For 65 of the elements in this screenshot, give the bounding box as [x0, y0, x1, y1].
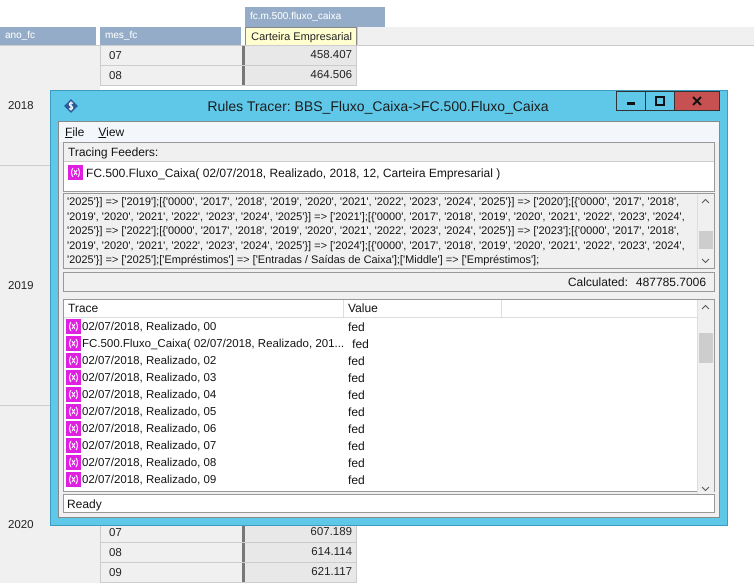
feeder-entry[interactable]: FC.500.Fluxo_Caixa( 02/07/2018, Realizado, 2018, 12, Carteira Empresarial ) — [86, 166, 500, 180]
function-icon — [68, 165, 83, 180]
value-cell-text: fed — [347, 422, 365, 436]
trace-item[interactable]: 02/07/2018, Realizado, 05 — [82, 406, 216, 418]
function-icon — [66, 336, 81, 351]
value-cell: 464.506 — [245, 66, 357, 85]
month-cell: 09 — [100, 563, 245, 582]
trace-item[interactable]: 02/07/2018, Realizado, 07 — [82, 440, 216, 452]
trace-item[interactable]: 02/07/2018, Realizado, 08 — [82, 456, 216, 468]
year-cell: 2019 — [8, 280, 34, 292]
calculated-label: Calculated: — [568, 275, 628, 289]
status-bar: Ready — [63, 494, 715, 513]
value-cell-text: fed — [347, 456, 365, 470]
value-cell-text: fed — [347, 404, 365, 418]
dimension-header: fc.m.500.fluxo_caixa — [245, 7, 385, 27]
value-cell-text: fed — [347, 354, 365, 368]
menu-item[interactable]: View — [98, 125, 124, 139]
trace-item[interactable]: 02/07/2018, Realizado, 03 — [82, 372, 216, 384]
function-icon — [66, 438, 81, 453]
app-icon — [63, 98, 79, 114]
trace-item[interactable]: FC.500.Fluxo_Caixa( 02/07/2018, Realizado, 201... — [82, 338, 344, 350]
maximize-icon — [655, 96, 665, 106]
scroll-thumb[interactable] — [699, 231, 713, 249]
month-cell: 07 — [100, 46, 245, 65]
close-icon — [692, 96, 702, 106]
value-cell-text: fed — [347, 438, 365, 452]
column-header[interactable]: Carteira Empresarial — [245, 27, 357, 45]
close-button[interactable] — [674, 91, 720, 111]
rule-text: '2025'}] => ['2019'];[{'0000', '2017', '2018', '2019', '2020', '2021', '2022', '2023', '2024', '2025'}] => ['2020'];[{'0000', '2017', '2018', '2019', '2020', '2021', '2022', '2023', '2024', '2025'}] => ['2021'];[{'0000', '2017', '2018', '2019', '2020', '2021', '2022', '2023', '2024', '2025'}] => ['2022'];[{'0000', '2017', '2018', '2019', '2020', '2021', '2022', '2023', '2024', '2025'}] => ['2023'];[{'0000', '2017', '2018', '2019', '2020', '2021', '2022', '2023', '2024', '2025'}] => ['2024'];[{'0000', '2017', '2018', '2019', '2020', '2021', '2022', '2023', '2024', '2025'}] => ['2025'];['Empréstimos'] => ['Entradas / Saídas de Caixa'];['Middle'] => ['Empréstimos']; — [66, 195, 686, 268]
minimize-button[interactable] — [616, 91, 646, 111]
function-icon — [66, 421, 81, 436]
value-cell-text: fed — [347, 388, 365, 402]
year-cell: 2018 — [8, 100, 34, 112]
function-icon — [66, 387, 81, 402]
scroll-thumb[interactable] — [699, 333, 713, 363]
year-cell: 2020 — [8, 519, 34, 531]
column-header[interactable]: Value — [344, 300, 502, 317]
scrollbar[interactable] — [697, 194, 714, 268]
calculated-value: 487785.7006 — [636, 275, 706, 289]
value-cell: 621.117 — [245, 563, 357, 582]
trace-item[interactable]: 02/07/2018, Realizado, 09 — [82, 474, 216, 486]
value-cell-text: fed — [351, 336, 369, 350]
value-cell-text: fed — [347, 472, 365, 486]
menu-item[interactable]: File — [65, 125, 84, 139]
value-cell: 614.114 — [245, 543, 357, 562]
function-icon — [66, 319, 81, 334]
month-cell: 08 — [100, 543, 245, 562]
value-cell-text: fed — [347, 320, 365, 334]
value-cell-text: fed — [347, 370, 365, 384]
month-cell: 08 — [100, 66, 245, 85]
function-icon — [66, 353, 81, 368]
feeders-label: Tracing Feeders: — [64, 143, 714, 162]
window-title: Rules Tracer: BBS_Fluxo_Caixa->FC.500.Fluxo_Caixa — [206, 98, 550, 114]
trace-item[interactable]: 02/07/2018, Realizado, 04 — [82, 388, 216, 400]
scrollbar[interactable] — [697, 300, 714, 496]
trace-item[interactable]: 02/07/2018, Realizado, 06 — [82, 422, 216, 434]
maximize-button[interactable] — [645, 91, 675, 111]
function-icon — [66, 472, 81, 487]
trace-item[interactable]: 02/07/2018, Realizado, 02 — [82, 354, 216, 366]
function-icon — [66, 370, 81, 385]
trace-item[interactable]: 02/07/2018, Realizado, 00 — [82, 320, 216, 332]
function-icon — [66, 455, 81, 470]
value-cell: 458.407 — [245, 46, 357, 65]
function-icon — [66, 404, 81, 419]
column-header[interactable]: Trace — [64, 300, 344, 317]
